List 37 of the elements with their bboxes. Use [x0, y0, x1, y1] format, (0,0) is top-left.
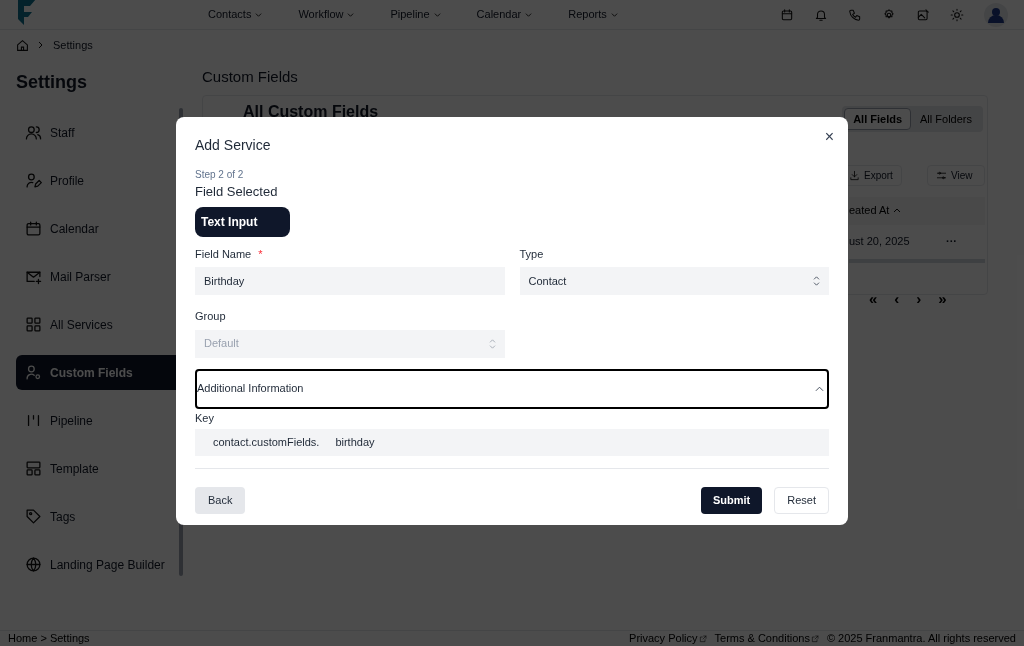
sidebar-title: Settings [16, 71, 88, 94]
field-label: Key [195, 410, 215, 426]
select-field[interactable]: Contact [519, 267, 829, 295]
section-header[interactable]: Additional Information [195, 368, 829, 409]
copyright-text: © 2025 Franmantra. All rights reserved [826, 631, 1016, 646]
nav-menu[interactable]: Contacts [208, 6, 263, 23]
view-tab[interactable]: All Folders [911, 107, 981, 130]
footer-breadcrumb[interactable]: Home > Settings [8, 630, 90, 646]
step-indicator: Step 2 of 2 [195, 168, 245, 182]
field-label: Type [519, 246, 545, 262]
field-label: Group [195, 309, 227, 324]
close-button[interactable]: × [824, 125, 834, 149]
chevrons-icon [488, 338, 496, 349]
back-button[interactable]: Back [195, 487, 246, 514]
nav-menu[interactable]: Calendar [476, 6, 533, 23]
card-title: All Custom Fields [243, 101, 379, 122]
chevrons-icon [813, 276, 820, 286]
pagination-button[interactable]: ‹ [894, 287, 900, 310]
nav-menu[interactable]: Reports [568, 6, 618, 23]
submit-button[interactable]: Submit [700, 487, 763, 514]
dialog-subtitle: Field Selected [195, 183, 279, 201]
reset-button[interactable]: Reset [774, 487, 829, 514]
field-type-badge[interactable]: Text Input [195, 206, 290, 237]
pagination-button[interactable]: » [938, 287, 947, 310]
nav-menu[interactable]: Workflow [298, 6, 355, 23]
input-field[interactable]: Birthday [195, 267, 505, 295]
field-label: Field Name * [195, 246, 264, 262]
nav-menu[interactable]: Pipeline [390, 6, 441, 23]
page-title: Custom Fields [202, 67, 299, 87]
key-field[interactable]: contact.customFields. birthday [195, 429, 829, 456]
table-cell-text: ust 20, 2025 [849, 234, 910, 250]
chevron-up-icon [815, 385, 824, 392]
dialog-title: Add Service [195, 136, 272, 155]
pagination-button[interactable]: « [869, 287, 878, 310]
key-prefix: contact.customFields. [213, 435, 320, 451]
key-value: birthday [335, 435, 375, 451]
pagination-button[interactable]: › [916, 287, 922, 310]
